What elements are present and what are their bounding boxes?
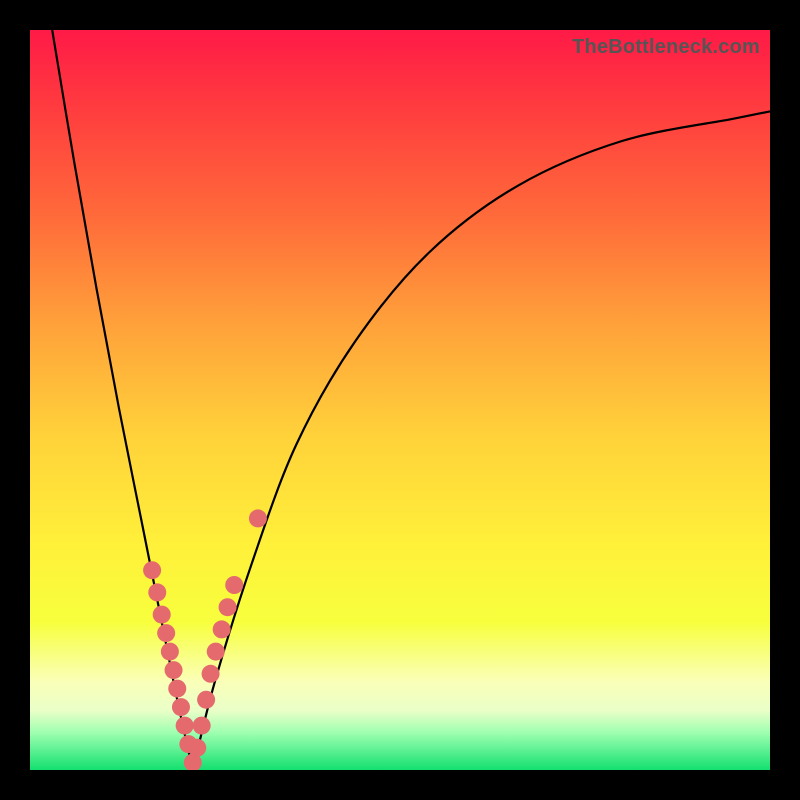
data-marker bbox=[143, 561, 161, 579]
data-markers bbox=[143, 509, 267, 770]
data-marker bbox=[219, 598, 237, 616]
data-marker bbox=[207, 643, 225, 661]
right-curve bbox=[193, 111, 770, 770]
data-marker bbox=[168, 680, 186, 698]
plot-area: TheBottleneck.com bbox=[30, 30, 770, 770]
data-marker bbox=[176, 717, 194, 735]
data-marker bbox=[161, 643, 179, 661]
data-marker bbox=[213, 620, 231, 638]
curve-layer bbox=[30, 30, 770, 770]
data-marker bbox=[153, 606, 171, 624]
data-marker bbox=[193, 717, 211, 735]
data-marker bbox=[172, 698, 190, 716]
chart-frame: TheBottleneck.com bbox=[0, 0, 800, 800]
data-marker bbox=[148, 583, 166, 601]
data-marker bbox=[157, 624, 175, 642]
data-marker bbox=[249, 509, 267, 527]
data-marker bbox=[202, 665, 220, 683]
data-marker bbox=[197, 691, 215, 709]
data-marker bbox=[225, 576, 243, 594]
data-marker bbox=[165, 661, 183, 679]
data-marker bbox=[188, 739, 206, 757]
